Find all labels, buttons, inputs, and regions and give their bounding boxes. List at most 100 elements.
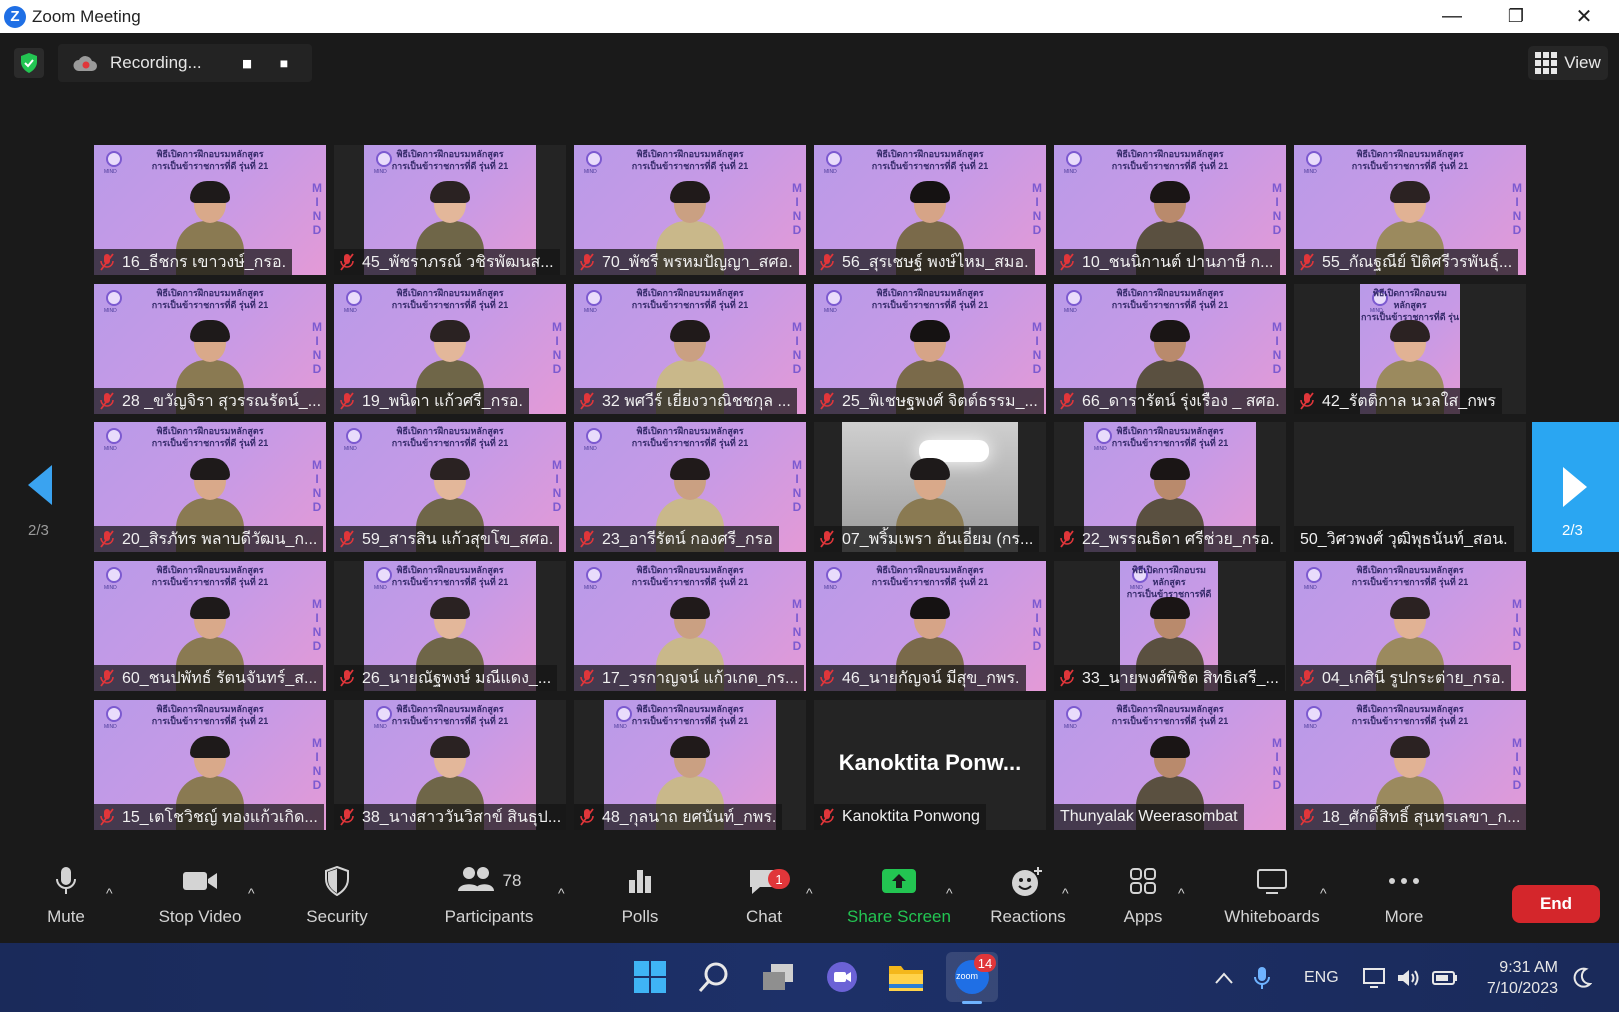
stop-video-button[interactable]: Stop Video: [152, 855, 248, 943]
participant-tile[interactable]: MIND พิธีเปิดการฝึกอบรมหลักสูตร การเป็นข้า…: [94, 145, 326, 275]
apps-button[interactable]: Apps: [1118, 855, 1168, 943]
more-button[interactable]: More: [1378, 855, 1430, 943]
polls-button[interactable]: Polls: [616, 855, 664, 943]
apps-options-caret[interactable]: ^: [1178, 885, 1185, 901]
microphone-tray-icon[interactable]: [1254, 943, 1270, 1012]
participant-nameplate: 28 _ขวัญจิรา สุวรรณรัตน์_...: [94, 388, 326, 414]
participant-tile[interactable]: MIND พิธีเปิดการฝึกอบรมหลักสูตร การเป็นข้า…: [1294, 284, 1526, 414]
muted-mic-icon: [100, 253, 114, 271]
participant-tile[interactable]: MIND พิธีเปิดการฝึกอบรมหลักสูตร การเป็นข้า…: [94, 284, 326, 414]
participant-tile[interactable]: MIND พิธีเปิดการฝึกอบรมหลักสูตร การเป็นข้า…: [814, 284, 1046, 414]
participants-options-caret[interactable]: ^: [558, 885, 565, 901]
participant-tile[interactable]: MIND พิธีเปิดการฝึกอบรมหลักสูตร การเป็นข้า…: [334, 700, 566, 830]
network-icon[interactable]: [1362, 943, 1386, 1012]
minimize-button[interactable]: —: [1422, 0, 1482, 33]
participant-tile[interactable]: 50_วิศวพงศ์ วุฒิพุธนันท์_สอน.: [1294, 422, 1526, 552]
participant-tile[interactable]: MIND พิธีเปิดการฝึกอบรมหลักสูตร การเป็นข้า…: [334, 145, 566, 275]
next-page-button[interactable]: 2/3: [1532, 422, 1619, 552]
encryption-shield-icon[interactable]: [14, 48, 44, 78]
participant-tile[interactable]: MIND พิธีเปิดการฝึกอบรมหลักสูตร การเป็นข้า…: [1054, 561, 1286, 691]
participant-tile[interactable]: MIND พิธีเปิดการฝึกอบรมหลักสูตร การเป็นข้า…: [574, 284, 806, 414]
title-bar: Z Zoom Meeting — ❐ ✕: [0, 0, 1619, 33]
participant-name: 07_พริ้มเพรา อันเอี่ยม (กร...: [842, 530, 1034, 548]
view-label: View: [1564, 53, 1601, 72]
focus-moon-icon[interactable]: [1572, 943, 1592, 1012]
participant-tile[interactable]: MIND พิธีเปิดการฝึกอบรมหลักสูตร การเป็นข้า…: [94, 700, 326, 830]
participant-tile[interactable]: MIND พิธีเปิดการฝึกอบรมหลักสูตร การเป็นข้า…: [1294, 561, 1526, 691]
stop-recording-button[interactable]: ■: [270, 49, 298, 77]
slide-mind-letters: MIND: [552, 458, 562, 514]
share-options-caret[interactable]: ^: [946, 885, 953, 901]
zoom-taskbar-icon[interactable]: zoom 14: [946, 952, 998, 1004]
muted-mic-icon: [820, 392, 834, 410]
participant-nameplate: 46_นายกัญจน์ มีสุข_กพร.: [814, 665, 1026, 691]
participant-tile[interactable]: MIND พิธีเปิดการฝึกอบรมหลักสูตร การเป็นข้า…: [574, 561, 806, 691]
search-icon[interactable]: [692, 955, 736, 999]
whiteboards-label: Whiteboards: [1224, 907, 1320, 926]
participant-tile[interactable]: MIND พิธีเปิดการฝึกอบรมหลักสูตร การเป็นข้า…: [1054, 422, 1286, 552]
active-app-indicator: [962, 1001, 982, 1004]
participant-name: 28 _ขวัญจิรา สุวรรณรัตน์_...: [122, 392, 320, 410]
battery-icon[interactable]: [1432, 943, 1458, 1012]
task-view-icon[interactable]: [756, 955, 800, 999]
participant-name: 15_เตโชวิชญ์ ทองแก้วเกิด...: [122, 808, 318, 826]
slide-header: พิธีเปิดการฝึกอบรมหลักสูตร การเป็นข้าราชก…: [151, 149, 269, 171]
cloud-recording-icon: [72, 54, 98, 72]
participant-tile[interactable]: MIND พิธีเปิดการฝึกอบรมหลักสูตร การเป็นข้า…: [1294, 145, 1526, 275]
video-options-caret[interactable]: ^: [248, 885, 255, 901]
participant-tile[interactable]: MIND พิธีเปิดการฝึกอบรมหลักสูตร การเป็นข้า…: [1294, 700, 1526, 830]
participant-name: 48_กุลนาถ ยศนันท์_กพร.: [602, 808, 777, 826]
security-button[interactable]: Security: [302, 855, 372, 943]
participant-tile[interactable]: MIND พิธีเปิดการฝึกอบรมหลักสูตร การเป็นข้า…: [94, 422, 326, 552]
meeting-toolbar: Mute ^ Stop Video ^ Security 78 Particip…: [0, 855, 1619, 943]
participant-tile[interactable]: 07_พริ้มเพรา อันเอี่ยม (กร...: [814, 422, 1046, 552]
chat-label: Chat: [746, 907, 782, 926]
participant-tile[interactable]: MIND พิธีเปิดการฝึกอบรมหลักสูตร การเป็นข้า…: [1054, 284, 1286, 414]
participant-tile[interactable]: MIND พิธีเปิดการฝึกอบรมหลักสูตร การเป็นข้า…: [334, 422, 566, 552]
whiteboards-options-caret[interactable]: ^: [1320, 885, 1327, 901]
participant-tile[interactable]: MIND พิธีเปิดการฝึกอบรมหลักสูตร การเป็นข้า…: [814, 561, 1046, 691]
slide-mind-letters: MIND: [312, 597, 322, 653]
file-explorer-icon[interactable]: [884, 955, 928, 999]
view-button[interactable]: View: [1528, 46, 1608, 80]
participant-tile[interactable]: MIND พิธีเปิดการฝึกอบรมหลักสูตร การเป็นข้า…: [574, 422, 806, 552]
participant-tile[interactable]: MIND พิธีเปิดการฝึกอบรมหลักสูตร การเป็นข้า…: [334, 561, 566, 691]
participant-tile[interactable]: Kanoktita Ponw... Kanoktita Ponwong: [814, 700, 1046, 830]
chat-button[interactable]: 1 Chat: [740, 855, 790, 943]
clock[interactable]: 9:31 AM 7/10/2023: [1478, 943, 1558, 1012]
participant-name: 59_สารสิน แก้วสุขโข_สศอ.: [362, 530, 554, 548]
participant-tile[interactable]: MIND พิธีเปิดการฝึกอบรมหลักสูตร การเป็นข้า…: [1054, 700, 1286, 830]
whiteboards-button[interactable]: Whiteboards: [1218, 855, 1326, 943]
participant-tile[interactable]: MIND พิธีเปิดการฝึกอบรมหลักสูตร การเป็นข้า…: [1054, 145, 1286, 275]
participant-name: 19_พนิดา แก้วศรี_กรอ.: [362, 392, 523, 410]
teams-chat-icon[interactable]: [820, 955, 864, 999]
participant-nameplate: 60_ชนปพัทธ์ รัตนจันทร์_ส...: [94, 665, 324, 691]
participant-name: 45_พัชราภรณ์ วชิรพัฒนส...: [362, 253, 554, 271]
previous-page-arrow-icon[interactable]: [28, 465, 52, 505]
participant-tile[interactable]: MIND พิธีเปิดการฝึกอบรมหลักสูตร การเป็นข้า…: [574, 700, 806, 830]
language-indicator[interactable]: ENG: [1304, 943, 1339, 1012]
pause-recording-button[interactable]: ▮▮: [232, 49, 260, 77]
window-title: Zoom Meeting: [32, 6, 141, 26]
tray-overflow-chevron-icon[interactable]: [1214, 943, 1234, 1012]
participants-icon: [457, 866, 495, 897]
participant-tile[interactable]: MIND พิธีเปิดการฝึกอบรมหลักสูตร การเป็นข้า…: [94, 561, 326, 691]
volume-icon[interactable]: [1396, 943, 1420, 1012]
reactions-button[interactable]: Reactions: [986, 855, 1070, 943]
windows-start-icon[interactable]: [628, 955, 672, 999]
participants-button[interactable]: 78 Participants: [440, 855, 538, 943]
chat-options-caret[interactable]: ^: [806, 885, 813, 901]
participant-tile[interactable]: MIND พิธีเปิดการฝึกอบรมหลักสูตร การเป็นข้า…: [814, 145, 1046, 275]
restore-button[interactable]: ❐: [1486, 0, 1546, 33]
close-button[interactable]: ✕: [1554, 0, 1614, 33]
participant-tile[interactable]: MIND พิธีเปิดการฝึกอบรมหลักสูตร การเป็นข้า…: [574, 145, 806, 275]
participant-tile[interactable]: MIND พิธีเปิดการฝึกอบรมหลักสูตร การเป็นข้า…: [334, 284, 566, 414]
slide-mind-letters: MIND: [792, 320, 802, 376]
mute-button[interactable]: Mute: [40, 855, 92, 943]
end-meeting-button[interactable]: End: [1512, 885, 1600, 923]
share-screen-button[interactable]: Share Screen: [846, 855, 952, 943]
slide-mind-letters: MIND: [1032, 181, 1042, 237]
audio-options-caret[interactable]: ^: [106, 885, 113, 901]
reactions-options-caret[interactable]: ^: [1062, 885, 1069, 901]
slide-header: พิธีเปิดการฝึกอบรมหลักสูตร การเป็นข้าราชก…: [871, 149, 989, 171]
